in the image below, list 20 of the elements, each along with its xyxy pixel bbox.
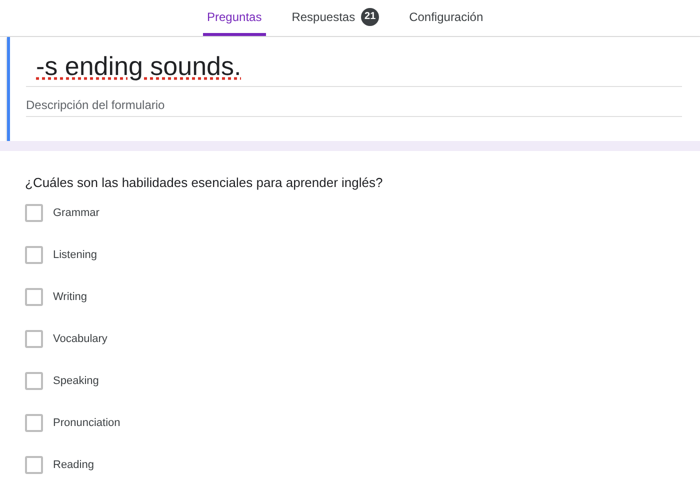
checkbox[interactable] <box>25 204 43 222</box>
option-label: Grammar <box>53 206 100 221</box>
count-badge: 21 <box>361 8 380 26</box>
checkbox[interactable] <box>25 246 43 264</box>
checkbox[interactable] <box>25 288 43 306</box>
option-label: Reading <box>53 458 94 473</box>
checkbox[interactable] <box>25 330 43 348</box>
tab[interactable]: Respuestas 21 <box>288 0 384 36</box>
checkbox[interactable] <box>25 456 43 474</box>
option-label: Writing <box>53 290 88 305</box>
checkbox[interactable] <box>25 372 43 390</box>
checkbox[interactable] <box>25 414 43 432</box>
tab[interactable]: Configuración <box>405 0 488 36</box>
option-label: Speaking <box>53 374 99 389</box>
form-description-field[interactable]: Descripción del formulario <box>26 93 682 117</box>
option-label: Vocabulary <box>53 332 108 347</box>
question-text: ¿Cuáles son las habilidades esenciales para aprender inglés? <box>25 174 384 192</box>
option-label: Listening <box>53 248 98 263</box>
option-label: Pronunciation <box>53 416 120 431</box>
form-title-field[interactable]: -s ending sounds. <box>26 47 682 87</box>
